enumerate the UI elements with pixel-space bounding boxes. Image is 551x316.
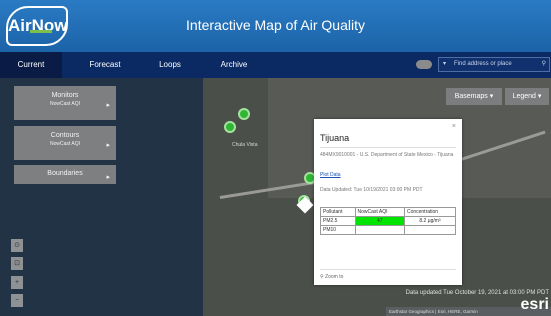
contours-button[interactable]: Contours NowCast AQI ▸ bbox=[14, 126, 116, 160]
monitor-marker[interactable] bbox=[238, 108, 250, 120]
contours-subtitle: NowCast AQI bbox=[49, 141, 80, 147]
table-row: PM2.5 47 8.2 µg/m³ bbox=[320, 216, 457, 226]
plot-data-link[interactable]: Plot Data bbox=[320, 172, 341, 178]
esri-logo: esri bbox=[520, 296, 549, 313]
locate-icon[interactable]: ⊙ bbox=[11, 239, 23, 252]
data-updated-text: Data Updated: Tue 10/19/2021 03:00 PM PD… bbox=[320, 187, 423, 193]
tab-loops[interactable]: Loops bbox=[150, 52, 190, 78]
concentration-cell: 8.2 µg/m³ bbox=[403, 216, 457, 226]
divider bbox=[320, 147, 456, 148]
basemaps-button[interactable]: Basemaps ▾ bbox=[446, 88, 502, 105]
chevron-down-icon: ▾ bbox=[489, 93, 494, 100]
chevron-down-icon[interactable]: ▾ bbox=[443, 58, 446, 71]
map-label-chula-vista: Chula Vista bbox=[232, 142, 258, 148]
monitors-button[interactable]: Monitors NowCast AQI ▸ bbox=[14, 86, 116, 120]
pollutant-table: Pollutant NowCast AQI Concentration PM2.… bbox=[320, 207, 457, 235]
boundaries-title: Boundaries bbox=[47, 170, 83, 177]
legend-button[interactable]: Legend ▾ bbox=[505, 88, 549, 105]
aqi-cell bbox=[354, 225, 405, 235]
zoom-out-button[interactable]: − bbox=[11, 294, 23, 307]
concentration-cell bbox=[403, 225, 457, 235]
chevron-right-icon: ▸ bbox=[106, 174, 110, 182]
tab-archive[interactable]: Archive bbox=[210, 52, 258, 78]
contours-title: Contours bbox=[50, 132, 80, 139]
table-row: PM10 bbox=[320, 225, 457, 235]
site-popup: × Tijuana 484MX9010001 - U.S. Department… bbox=[314, 119, 462, 285]
monitors-title: Monitors bbox=[51, 92, 79, 99]
monitor-marker[interactable] bbox=[224, 121, 236, 133]
table-header: NowCast AQI bbox=[354, 207, 405, 217]
zoom-to-link[interactable]: ⚲ Zoom to bbox=[320, 274, 343, 280]
table-header: Pollutant bbox=[320, 207, 356, 217]
site-agency: 484MX9010001 - U.S. Department of State … bbox=[320, 152, 454, 158]
tab-current[interactable]: Current bbox=[0, 52, 62, 78]
boundaries-button[interactable]: Boundaries ▸ bbox=[14, 165, 116, 184]
close-icon[interactable]: × bbox=[452, 123, 456, 130]
basemaps-label: Basemaps bbox=[454, 93, 488, 100]
chevron-right-icon: ▸ bbox=[106, 141, 110, 149]
chevron-down-icon: ▾ bbox=[537, 93, 542, 100]
home-extent-icon[interactable]: ⊡ bbox=[11, 257, 23, 270]
legend-label: Legend bbox=[512, 93, 536, 100]
page-title: Interactive Map of Air Quality bbox=[186, 17, 365, 33]
site-name: Tijuana bbox=[320, 133, 350, 143]
chevron-right-icon: ▸ bbox=[106, 101, 110, 109]
table-header: Concentration bbox=[403, 207, 457, 217]
zoom-to-label: Zoom to bbox=[325, 274, 344, 280]
layer-toggle[interactable] bbox=[416, 60, 432, 69]
app-header: AirNow Interactive Map of Air Quality bbox=[0, 0, 551, 52]
monitors-subtitle: NowCast AQI bbox=[49, 101, 80, 107]
table-header-row: Pollutant NowCast AQI Concentration bbox=[320, 207, 457, 217]
zoom-in-button[interactable]: + bbox=[11, 276, 23, 289]
divider bbox=[320, 269, 456, 270]
tab-forecast[interactable]: Forecast bbox=[80, 52, 130, 78]
search-input[interactable]: ▾ Find address or place ⚲ bbox=[438, 57, 550, 72]
search-icon[interactable]: ⚲ bbox=[542, 58, 546, 71]
search-placeholder: Find address or place bbox=[454, 61, 512, 67]
pollutant-cell: PM2.5 bbox=[320, 216, 356, 226]
pollutant-cell: PM10 bbox=[320, 225, 356, 235]
aqi-cell: 47 bbox=[354, 216, 405, 226]
